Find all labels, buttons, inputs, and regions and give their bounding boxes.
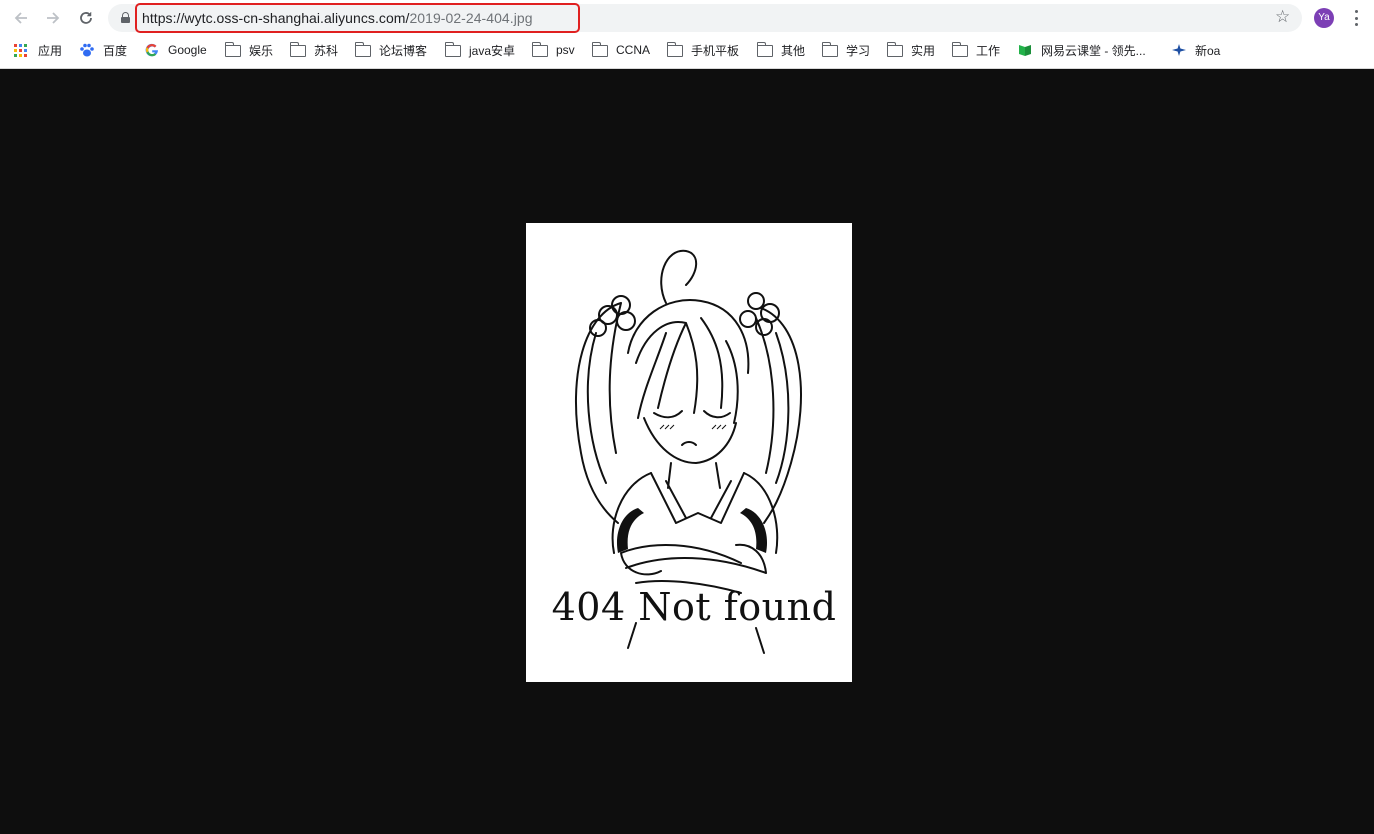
- bookmark-label: 娱乐: [249, 43, 274, 58]
- bookmark-folder-suke[interactable]: 苏科: [289, 40, 339, 60]
- menu-dots-icon[interactable]: [1347, 9, 1365, 27]
- bookmark-google[interactable]: Google: [144, 40, 207, 60]
- folder-icon: [591, 42, 608, 57]
- bookmark-baidu[interactable]: 百度: [79, 40, 127, 60]
- bookmark-label: 手机平板: [691, 43, 740, 58]
- bookmark-folder-java[interactable]: java安卓: [444, 40, 516, 60]
- folder-icon: [666, 42, 683, 57]
- image-viewer: 404 Not found: [0, 69, 1374, 834]
- bookmark-folder-ccna[interactable]: CCNA: [591, 40, 651, 60]
- bookmark-folder-mobile[interactable]: 手机平板: [666, 40, 740, 60]
- back-button[interactable]: [9, 7, 33, 29]
- book-icon: [1017, 43, 1033, 57]
- profile-avatar[interactable]: Ya: [1314, 8, 1334, 28]
- arrow-left-icon: [14, 12, 27, 24]
- folder-icon: [821, 42, 838, 57]
- bookmark-label: 应用: [38, 43, 63, 58]
- folder-icon: [756, 42, 773, 57]
- bookmark-new-oa[interactable]: 新oa: [1171, 40, 1220, 60]
- bookmark-folder-work[interactable]: 工作: [951, 40, 1001, 60]
- bookmark-netease-study[interactable]: 网易云课堂 - 领先...: [1017, 40, 1146, 60]
- folder-icon: [886, 42, 903, 57]
- bookmark-label: 百度: [103, 43, 128, 58]
- bookmark-folder-psv[interactable]: psv: [531, 40, 575, 60]
- bookmark-label: 网易云课堂 - 领先...: [1041, 43, 1146, 58]
- bookmark-label: 学习: [846, 43, 871, 58]
- folder-icon: [289, 42, 306, 57]
- browser-chrome: https://wytc.oss-cn-shanghai.aliyuncs.co…: [0, 0, 1374, 94]
- bookmark-label: Google: [168, 43, 207, 57]
- bookmark-label: java安卓: [469, 43, 516, 58]
- arrow-right-icon: [47, 12, 60, 24]
- forward-button[interactable]: [41, 7, 65, 29]
- browser-toolbar: https://wytc.oss-cn-shanghai.aliyuncs.co…: [0, 0, 1374, 36]
- folder-icon: [224, 42, 241, 57]
- folder-icon: [531, 42, 548, 57]
- google-icon: [144, 43, 160, 57]
- not-found-caption: 404 Not found: [551, 585, 837, 629]
- bookmark-label: 新oa: [1195, 43, 1221, 58]
- bookmark-label: CCNA: [616, 43, 651, 57]
- bookmark-label: psv: [556, 43, 575, 57]
- url-path: 2019-02-24-404.jpg: [409, 10, 533, 26]
- paw-icon: [79, 43, 95, 57]
- url-host: https://wytc.oss-cn-shanghai.aliyuncs.co…: [142, 10, 410, 26]
- reload-button[interactable]: [74, 7, 98, 29]
- bookmark-label: 论坛博客: [379, 43, 428, 58]
- folder-icon: [354, 42, 371, 57]
- bookmark-label: 工作: [976, 43, 1001, 58]
- lock-icon[interactable]: [121, 12, 130, 23]
- bookmark-folder-forum[interactable]: 论坛博客: [354, 40, 428, 60]
- bookmark-label: 实用: [911, 43, 936, 58]
- bookmark-apps[interactable]: 应用: [14, 40, 62, 60]
- plane-icon: [1171, 43, 1187, 57]
- bookmark-label: 其他: [781, 43, 806, 58]
- bookmark-star-icon[interactable]: ☆: [1275, 8, 1290, 26]
- address-bar[interactable]: https://wytc.oss-cn-shanghai.aliyuncs.co…: [108, 3, 1302, 33]
- refresh-icon: [80, 12, 92, 24]
- bookmarks-bar: 应用 百度 Google 娱乐 苏科 论坛博客 java安卓 psv CCNA …: [0, 38, 1374, 94]
- bookmark-folder-study[interactable]: 学习: [821, 40, 871, 60]
- bookmark-folder-other[interactable]: 其他: [756, 40, 806, 60]
- bookmark-label: 苏科: [314, 43, 339, 58]
- folder-icon: [444, 42, 461, 57]
- not-found-image[interactable]: 404 Not found: [526, 223, 852, 682]
- bookmark-folder-useful[interactable]: 实用: [886, 40, 936, 60]
- folder-icon: [951, 42, 968, 57]
- url-text[interactable]: https://wytc.oss-cn-shanghai.aliyuncs.co…: [142, 10, 533, 26]
- apps-grid-icon: [14, 43, 30, 57]
- bookmark-folder-yule[interactable]: 娱乐: [224, 40, 274, 60]
